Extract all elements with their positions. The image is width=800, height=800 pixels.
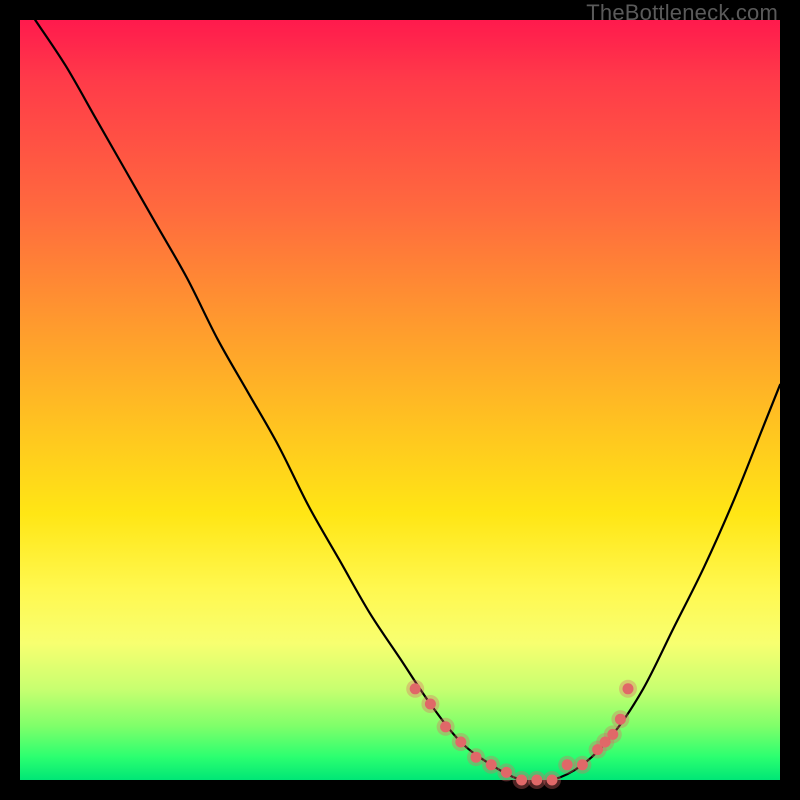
chart-svg: [20, 20, 780, 780]
marker-dot: [455, 737, 466, 748]
marker-dot: [607, 729, 618, 740]
marker-dot: [623, 683, 634, 694]
marker-dot: [471, 752, 482, 763]
highlight-markers: [406, 680, 637, 789]
chart-frame: [20, 20, 780, 780]
watermark-text: TheBottleneck.com: [586, 0, 778, 26]
marker-dot: [577, 759, 588, 770]
marker-dot: [425, 699, 436, 710]
marker-dot: [547, 775, 558, 786]
marker-dot: [516, 775, 527, 786]
marker-dot: [531, 775, 542, 786]
marker-dot: [440, 721, 451, 732]
marker-dot: [615, 714, 626, 725]
bottleneck-curve: [35, 20, 780, 782]
marker-dot: [486, 759, 497, 770]
marker-dot: [562, 759, 573, 770]
marker-dot: [501, 767, 512, 778]
marker-dot: [410, 683, 421, 694]
